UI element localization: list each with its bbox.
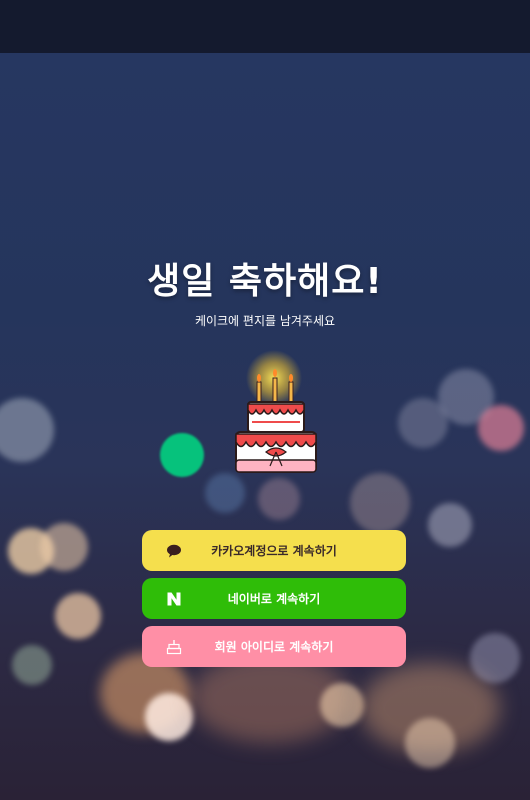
bokeh-light — [40, 523, 88, 571]
naver-login-button[interactable]: 네이버로 계속하기 — [142, 578, 406, 619]
bokeh-light — [428, 503, 472, 547]
speech-bubble-icon — [162, 530, 186, 571]
kakao-login-button[interactable]: 카카오계정으로 계속하기 — [142, 530, 406, 571]
bokeh-light — [0, 398, 54, 462]
cake-icon — [235, 350, 317, 473]
bokeh-light — [55, 593, 101, 639]
page-title: 생일 축하해요! — [147, 261, 383, 302]
member-login-button[interactable]: 회원 아이디로 계속하기 — [142, 626, 406, 667]
naver-login-label: 네이버로 계속하기 — [227, 592, 321, 606]
bokeh-light — [350, 473, 410, 533]
member-login-label: 회원 아이디로 계속하기 — [214, 640, 334, 654]
cake-icon — [162, 626, 186, 667]
kakao-login-label: 카카오계정으로 계속하기 — [211, 544, 337, 558]
bokeh-light — [470, 633, 520, 683]
bokeh-light — [205, 473, 245, 513]
bokeh-light — [12, 645, 52, 685]
bokeh-light — [145, 693, 193, 741]
page-subtitle: 케이크에 편지를 남겨주세요 — [194, 314, 336, 328]
bokeh-light — [160, 433, 204, 477]
bokeh-light — [398, 398, 448, 448]
top-bar — [0, 0, 530, 53]
bokeh-light — [405, 718, 455, 768]
naver-n-icon — [162, 578, 186, 619]
bokeh-light — [258, 478, 300, 520]
bokeh-light — [320, 683, 364, 727]
bokeh-light — [478, 405, 524, 451]
